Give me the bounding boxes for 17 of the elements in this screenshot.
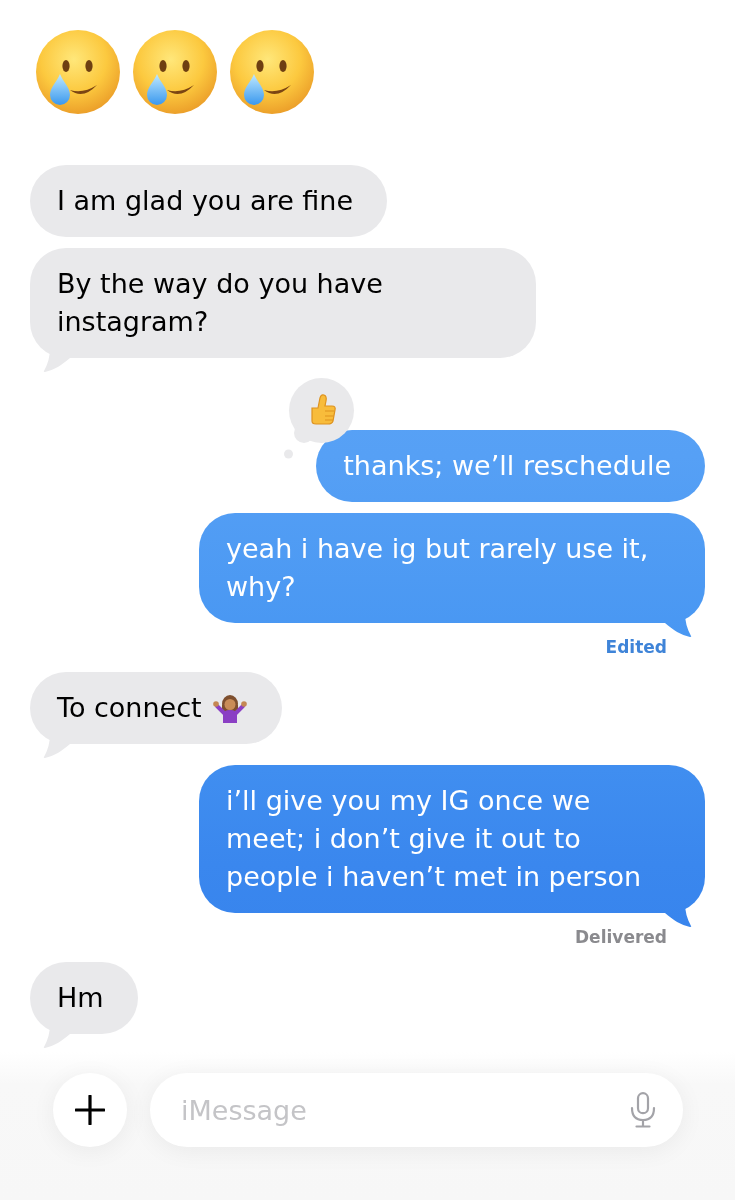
microphone-icon[interactable] [630,1092,656,1128]
message-text: i’ll give you my IG once we meet; i don’t give it out to people i haven’t met in person [226,784,643,894]
message-text: I am glad you are fine [57,184,354,218]
message-status: Delivered [575,926,667,949]
smiling-face-with-tear-icon [230,30,314,114]
plus-icon [75,1095,105,1125]
shrugging-person-icon [211,693,248,723]
message-input[interactable]: iMessage [150,1073,683,1147]
message-text: Hm [57,981,104,1015]
message-text: yeah i have ig but rarely use it, why? [226,532,650,604]
thumbs-up-icon [311,394,337,425]
message-text: By the way do you have instagram? [57,267,384,339]
message-text: To connect [57,691,202,725]
smiling-face-with-tear-icon [36,30,120,114]
smiling-face-with-tear-icon [133,30,217,114]
message-text: thanks; we’ll reschedule [343,449,671,483]
message-status: Edited [605,636,667,659]
